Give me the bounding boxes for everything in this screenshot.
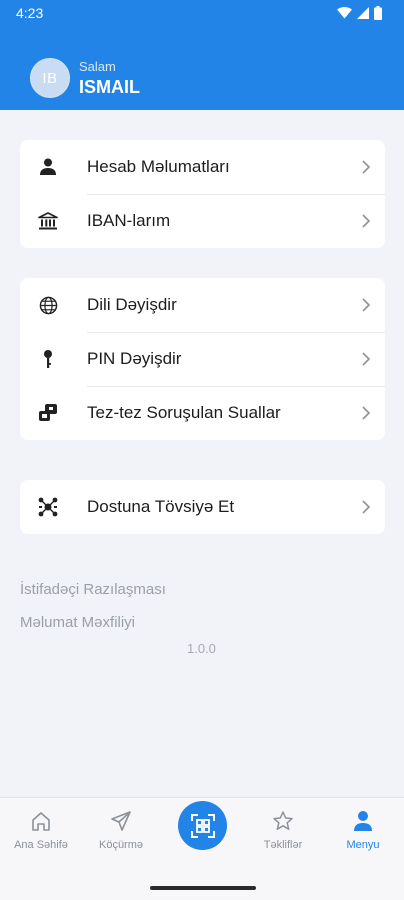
menu-item-label: IBAN-larım xyxy=(87,211,171,230)
battery-icon xyxy=(374,6,382,20)
faq-icon xyxy=(38,403,58,423)
menu-item-label: Dostuna Tövsiyə Et xyxy=(87,497,235,516)
chevron-right-icon xyxy=(362,500,371,514)
person-icon xyxy=(38,157,58,177)
signal-icon xyxy=(357,7,369,19)
menu-item-change-language[interactable]: Dili Dəyişdir xyxy=(20,278,385,332)
menu-item-account-info[interactable]: Hesab Məlumatları xyxy=(20,140,385,194)
referral-card: Dostuna Tövsiyə Et xyxy=(20,480,385,534)
user-greeting: IB Salam ISMAIL xyxy=(30,58,140,98)
chevron-right-icon xyxy=(362,298,371,312)
settings-card: Dili Dəyişdir PIN Dəyişdir Tez-tez Soruş… xyxy=(20,278,385,440)
chevron-right-icon xyxy=(362,160,371,174)
home-icon xyxy=(32,812,50,831)
menu-item-label: Hesab Məlumatları xyxy=(87,157,230,176)
privacy-policy-link[interactable]: Məlumat Məxfiliyi xyxy=(20,613,166,633)
qr-scan-icon xyxy=(190,813,215,838)
chevron-right-icon xyxy=(362,214,371,228)
menu-item-label: PIN Dəyişdir xyxy=(87,349,182,368)
legal-links: İstifadəçi Razılaşması Məlumat Məxfiliyi xyxy=(20,580,166,646)
nav-menu-label: Menyu xyxy=(346,839,380,851)
chevron-right-icon xyxy=(362,406,371,420)
status-time: 4:23 xyxy=(16,5,44,21)
menu-item-label: Tez-tez Soruşulan Suallar xyxy=(87,403,281,422)
home-indicator xyxy=(150,886,256,890)
greeting-text: Salam xyxy=(79,58,116,74)
menu-item-recommend[interactable]: Dostuna Tövsiyə Et xyxy=(20,480,385,534)
globe-icon xyxy=(38,295,58,315)
key-icon xyxy=(38,349,58,369)
menu-item-label: Dili Dəyişdir xyxy=(87,295,177,314)
nav-transfer[interactable]: Köçürmə xyxy=(81,808,161,851)
nav-offers[interactable]: Təkliflər xyxy=(243,808,323,851)
nav-home[interactable]: Ana Səhifə xyxy=(1,808,81,851)
status-bar: 4:23 xyxy=(0,0,404,26)
qr-scan-button[interactable] xyxy=(178,801,227,850)
menu-item-faq[interactable]: Tez-tez Soruşulan Suallar xyxy=(20,386,385,440)
user-agreement-link[interactable]: İstifadəçi Razılaşması xyxy=(20,580,166,600)
wifi-icon xyxy=(337,7,352,19)
bottom-navigation: Ana Səhifə Köçürmə Təkliflər Menyu xyxy=(0,797,404,900)
user-name: ISMAIL xyxy=(79,76,140,97)
chevron-right-icon xyxy=(362,352,371,366)
app-version: 1.0.0 xyxy=(187,641,216,656)
profile-icon xyxy=(354,811,372,831)
avatar[interactable]: IB xyxy=(30,58,70,98)
nav-home-label: Ana Səhifə xyxy=(14,839,68,851)
account-card: Hesab Məlumatları IBAN-larım xyxy=(20,140,385,248)
nav-transfer-label: Köçürmə xyxy=(98,839,144,851)
header: 4:23 IB Salam ISMAIL xyxy=(0,0,404,110)
menu-item-change-pin[interactable]: PIN Dəyişdir xyxy=(20,332,385,386)
share-icon xyxy=(38,497,58,517)
menu-item-ibans[interactable]: IBAN-larım xyxy=(20,194,385,248)
bank-icon xyxy=(38,211,58,231)
status-icons xyxy=(337,6,382,20)
nav-offers-label: Təkliflər xyxy=(263,839,303,851)
star-icon xyxy=(273,811,293,830)
nav-menu[interactable]: Menyu xyxy=(323,808,403,851)
send-icon xyxy=(111,811,131,831)
